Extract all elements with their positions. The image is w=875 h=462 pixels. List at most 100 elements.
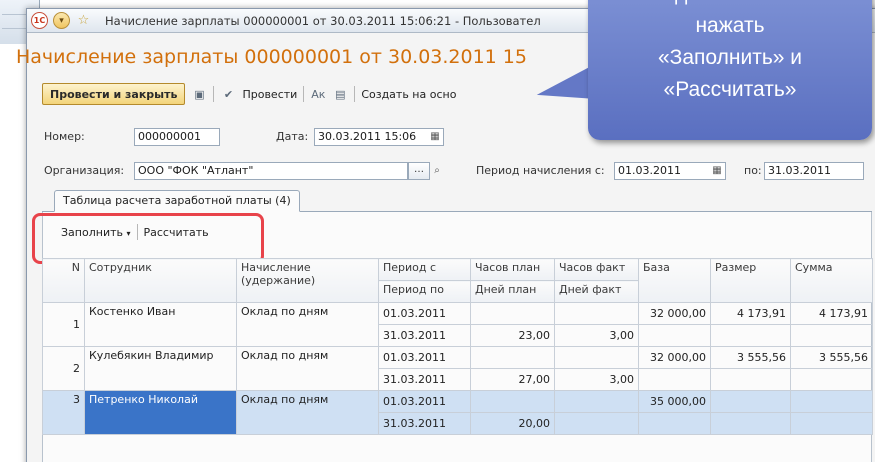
header-hours-plan[interactable]: Часов план	[470, 258, 555, 281]
search-icon[interactable]: ⌕	[430, 164, 444, 178]
cell-base[interactable]: 32 000,00	[638, 346, 711, 369]
cell-empty[interactable]	[710, 324, 791, 347]
cell-accrual[interactable]: Оклад по дням	[236, 390, 379, 435]
header-period-to[interactable]: Период по	[378, 280, 471, 303]
cell-empty[interactable]	[638, 412, 711, 435]
toolbar-separator	[303, 86, 305, 102]
cell-period-from[interactable]: 01.03.2011	[378, 346, 471, 369]
header-days-fact[interactable]: Дней факт	[554, 280, 639, 303]
cell-size[interactable]	[710, 390, 791, 413]
cell-empty[interactable]	[790, 412, 873, 435]
post-button[interactable]: Провести	[242, 88, 297, 101]
calendar-icon[interactable]: ▦	[428, 130, 442, 144]
document-title: Начисление зарплаты 000000001 от 30.03.2…	[16, 46, 527, 68]
cell-n[interactable]: 3	[42, 390, 85, 435]
cell-hours-plan[interactable]	[470, 390, 555, 413]
callout-line: «Заполнить» и	[657, 46, 803, 69]
cell-empty[interactable]	[710, 368, 791, 391]
cell-employee-current[interactable]: Петренко Николай	[84, 390, 237, 435]
highlight-frame	[32, 213, 264, 264]
cell-period-to[interactable]: 31.03.2011	[378, 368, 471, 391]
cell-base[interactable]: 35 000,00	[638, 390, 711, 413]
cell-accrual[interactable]: Оклад по дням	[236, 346, 379, 391]
cell-sum[interactable]: 4 173,91	[790, 302, 873, 325]
cell-n[interactable]: 2	[42, 346, 85, 391]
cell-period-to[interactable]: 31.03.2011	[378, 412, 471, 435]
header-base[interactable]: База	[638, 258, 711, 303]
toolbar-separator	[213, 86, 215, 102]
cell-base[interactable]: 32 000,00	[638, 302, 711, 325]
header-size[interactable]: Размер	[710, 258, 791, 303]
cell-hours-fact[interactable]	[554, 346, 639, 369]
cell-employee[interactable]: Костенко Иван	[84, 302, 237, 347]
post-and-close-button[interactable]: Провести и закрыть	[42, 83, 186, 105]
cell-days-fact[interactable]: 3,00	[554, 368, 639, 391]
organization-field[interactable]: ООО "ФОК "Атлант"	[134, 162, 408, 180]
cell-period-from[interactable]: 01.03.2011	[378, 390, 471, 413]
callout-line: «Рассчитать»	[663, 78, 797, 101]
table-header-row: N Сотрудник Начисление (удержание) Период…	[42, 258, 873, 303]
report-icon[interactable]: ▤	[332, 86, 348, 102]
cell-empty[interactable]	[790, 324, 873, 347]
window-title: Начисление зарплаты 000000001 от 30.03.2…	[105, 13, 541, 28]
app-logo-icon[interactable]: 1С	[31, 12, 48, 29]
cell-hours-fact[interactable]	[554, 390, 639, 413]
cell-days-plan[interactable]: 27,00	[470, 368, 555, 391]
cell-accrual[interactable]: Оклад по дням	[236, 302, 379, 347]
cell-n[interactable]: 1	[42, 302, 85, 347]
header-days-plan[interactable]: Дней план	[470, 280, 555, 303]
header-n[interactable]: N	[42, 258, 85, 303]
create-based-on-button[interactable]: Создать на осно	[361, 88, 456, 101]
table-row[interactable]: 2 Кулебякин Владимир Оклад по дням 01.03…	[42, 346, 873, 391]
callout-text: достаточно нажать «Заполнить» и «Рассчит…	[588, 0, 872, 106]
cell-period-from[interactable]: 01.03.2011	[378, 302, 471, 325]
window-menu-icon[interactable]: ▾	[53, 12, 70, 29]
movements-icon[interactable]: Ак	[310, 86, 326, 102]
period-to-field[interactable]: 31.03.2011	[764, 162, 864, 180]
cell-days-plan[interactable]: 23,00	[470, 324, 555, 347]
callout-bubble: достаточно нажать «Заполнить» и «Рассчит…	[588, 0, 872, 140]
favorite-star-icon[interactable]: ☆	[75, 12, 92, 29]
table-row[interactable]: 1 Костенко Иван Оклад по дням 01.03.2011…	[42, 302, 873, 347]
cell-empty[interactable]	[710, 412, 791, 435]
date-field[interactable]: 30.03.2011 15:06	[314, 128, 444, 146]
cell-size[interactable]: 4 173,91	[710, 302, 791, 325]
cell-days-plan[interactable]: 20,00	[470, 412, 555, 435]
header-employee[interactable]: Сотрудник	[84, 258, 237, 303]
calendar-icon[interactable]: ▦	[710, 164, 724, 178]
header-accrual[interactable]: Начисление (удержание)	[236, 258, 379, 303]
cell-employee[interactable]: Кулебякин Владимир	[84, 346, 237, 391]
main-toolbar: Провести и закрыть ▣ ✔ Провести Ак ▤ Соз…	[42, 82, 456, 106]
cell-size[interactable]: 3 555,56	[710, 346, 791, 369]
cell-period-to[interactable]: 31.03.2011	[378, 324, 471, 347]
table-row-selected[interactable]: 3 Петренко Николай Оклад по дням 01.03.2…	[42, 390, 873, 435]
cell-days-fact[interactable]	[554, 412, 639, 435]
post-icon[interactable]: ✔	[220, 86, 236, 102]
save-icon[interactable]: ▣	[191, 86, 207, 102]
cell-empty[interactable]	[790, 368, 873, 391]
header-sum[interactable]: Сумма	[790, 258, 873, 303]
organization-select-button[interactable]: …	[408, 162, 430, 180]
cell-empty[interactable]	[638, 368, 711, 391]
header-accrual-line1: Начисление	[241, 261, 311, 274]
callout-line: нажать	[695, 14, 765, 37]
header-hours-fact[interactable]: Часов факт	[554, 258, 639, 281]
toolbar-separator	[354, 86, 356, 102]
header-period-from[interactable]: Период с	[378, 258, 471, 281]
cell-sum[interactable]: 3 555,56	[790, 346, 873, 369]
cell-hours-plan[interactable]	[470, 302, 555, 325]
cell-empty[interactable]	[638, 324, 711, 347]
number-label: Номер:	[44, 130, 85, 143]
number-field[interactable]: 000000001	[134, 128, 220, 146]
cell-days-fact[interactable]: 3,00	[554, 324, 639, 347]
callout-line: достаточно	[588, 0, 872, 10]
period-from-label: Период начисления с:	[476, 164, 605, 177]
tab-payroll-table[interactable]: Таблица расчета заработной платы (4)	[54, 190, 300, 212]
cell-hours-plan[interactable]	[470, 346, 555, 369]
payroll-table: N Сотрудник Начисление (удержание) Период…	[42, 258, 873, 435]
header-accrual-line2: (удержание)	[241, 274, 316, 287]
cell-hours-fact[interactable]	[554, 302, 639, 325]
cell-sum[interactable]	[790, 390, 873, 413]
period-to-label: по:	[744, 164, 762, 177]
tab-bar: Таблица расчета заработной платы (4)	[42, 188, 872, 212]
